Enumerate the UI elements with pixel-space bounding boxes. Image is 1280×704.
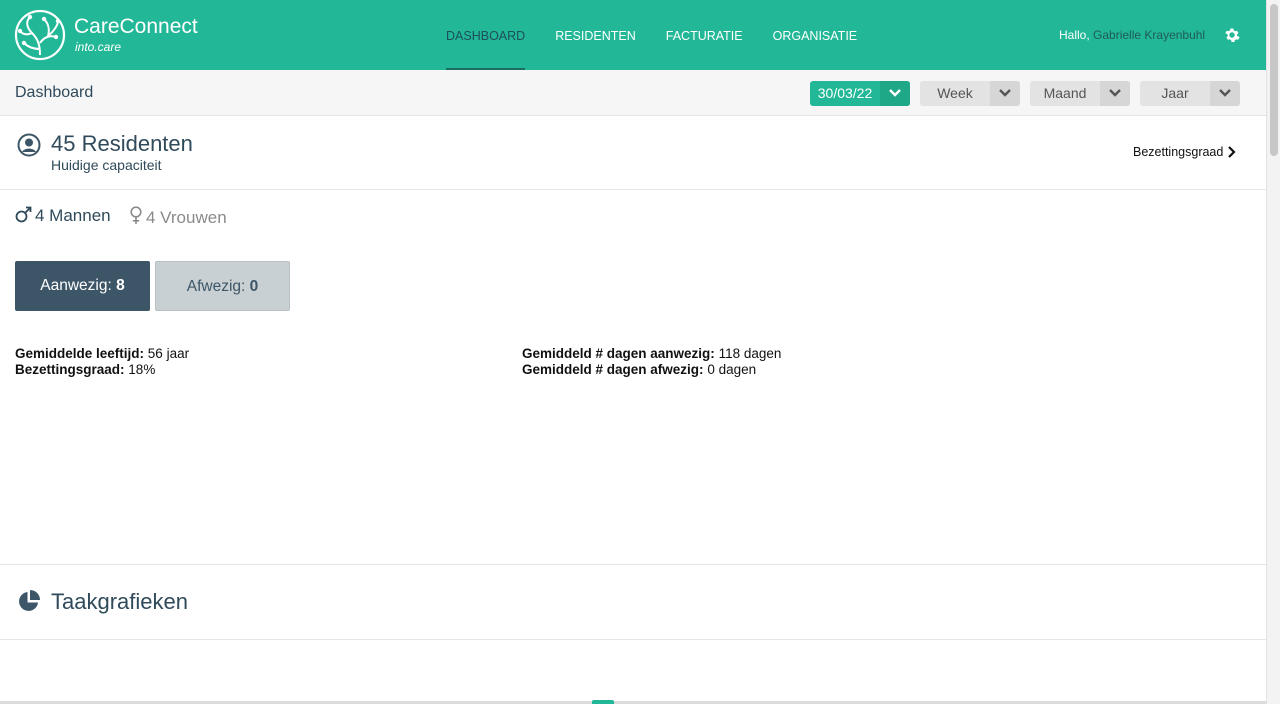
- chevron-right-icon[interactable]: [1227, 146, 1237, 158]
- stat-label: Gemiddeld # dagen aanwezig:: [522, 346, 715, 361]
- date-select-value: 30/03/22: [817, 85, 873, 101]
- task-charts-title: Taakgrafieken: [51, 589, 188, 614]
- nav-organisatie[interactable]: ORGANISATIE: [773, 0, 858, 70]
- gear-icon[interactable]: [1224, 27, 1240, 43]
- page-title: Dashboard: [15, 84, 94, 101]
- section-divider: [0, 189, 1266, 190]
- brand-name: CareConnect: [74, 15, 198, 38]
- stat-label: Gemiddelde leeftijd:: [15, 346, 145, 361]
- tab-absent[interactable]: Afwezig: 0: [155, 261, 290, 311]
- stat-value: 118 dagen: [718, 346, 782, 361]
- stat-value: 0 dagen: [707, 362, 757, 377]
- female-count-label: 4 Vrouwen: [146, 208, 227, 227]
- present-count: 8: [116, 277, 125, 294]
- dashboard-subbar: Dashboard 30/03/22 Week Maand Jaar: [0, 70, 1266, 116]
- chevron-down-icon[interactable]: [880, 81, 910, 106]
- main-nav: DASHBOARD RESIDENTEN FACTURATIE ORGANISA…: [446, 0, 887, 70]
- stat-avg-days-present: Gemiddeld # dagen aanwezig: 118 dagen: [522, 346, 781, 361]
- female-count: 4 Vrouwen: [129, 206, 227, 228]
- occupancy-link[interactable]: Bezettingsgraad: [1133, 145, 1223, 159]
- male-count-label: 4 Mannen: [35, 206, 111, 225]
- week-select[interactable]: Week: [920, 81, 1020, 106]
- stat-average-age: Gemiddelde leeftijd: 56 jaar: [15, 346, 189, 361]
- female-icon: [130, 206, 142, 224]
- tab-present[interactable]: Aanwezig: 8: [15, 261, 150, 311]
- absent-count: 0: [249, 278, 259, 295]
- careconnect-logo-icon[interactable]: [14, 9, 66, 61]
- male-count: 4 Mannen: [15, 206, 111, 226]
- residents-subtitle: Huidige capaciteit: [51, 157, 162, 173]
- nav-dashboard[interactable]: DASHBOARD: [446, 0, 526, 70]
- bottom-indicator: [592, 700, 614, 704]
- year-select-value: Jaar: [1161, 85, 1189, 101]
- stat-label: Gemiddeld # dagen afwezig:: [522, 362, 704, 377]
- date-select[interactable]: 30/03/22: [810, 81, 910, 106]
- stat-value: 56 jaar: [147, 346, 190, 361]
- stat-avg-days-absent: Gemiddeld # dagen afwezig: 0 dagen: [522, 362, 756, 377]
- section-divider: [0, 564, 1266, 565]
- user-greeting: Hallo, Gabrielle Krayenbuhl: [1059, 28, 1205, 42]
- stat-occupancy: Bezettingsgraad: 18%: [15, 362, 155, 377]
- month-select[interactable]: Maand: [1030, 81, 1130, 106]
- chevron-down-icon[interactable]: [990, 81, 1020, 106]
- nav-residenten[interactable]: RESIDENTEN: [555, 0, 636, 70]
- male-icon: [15, 206, 32, 223]
- chevron-down-icon[interactable]: [1210, 81, 1240, 106]
- scrollbar-thumb[interactable]: [1270, 4, 1278, 156]
- absent-label: Afwezig:: [186, 278, 246, 295]
- residents-title: 45 Residenten: [51, 131, 193, 156]
- nav-facturatie[interactable]: FACTURATIE: [666, 0, 743, 70]
- brand-subtitle: into.care: [75, 40, 122, 54]
- year-select[interactable]: Jaar: [1140, 81, 1240, 106]
- section-divider: [0, 639, 1266, 640]
- user-circle-icon: [17, 133, 41, 157]
- stat-label: Bezettingsgraad:: [15, 362, 125, 377]
- stat-value: 18%: [128, 362, 156, 377]
- month-select-value: Maand: [1043, 85, 1087, 101]
- scrollbar[interactable]: [1266, 0, 1280, 704]
- chevron-down-icon[interactable]: [1100, 81, 1130, 106]
- pie-chart-icon: [19, 590, 40, 611]
- week-select-value: Week: [937, 85, 973, 101]
- greeting-text: Hallo,: [1059, 28, 1090, 42]
- top-navigation-bar: CareConnect into.care DASHBOARD RESIDENT…: [0, 0, 1266, 70]
- present-label: Aanwezig:: [40, 277, 112, 294]
- user-name[interactable]: Gabrielle Krayenbuhl: [1093, 28, 1205, 42]
